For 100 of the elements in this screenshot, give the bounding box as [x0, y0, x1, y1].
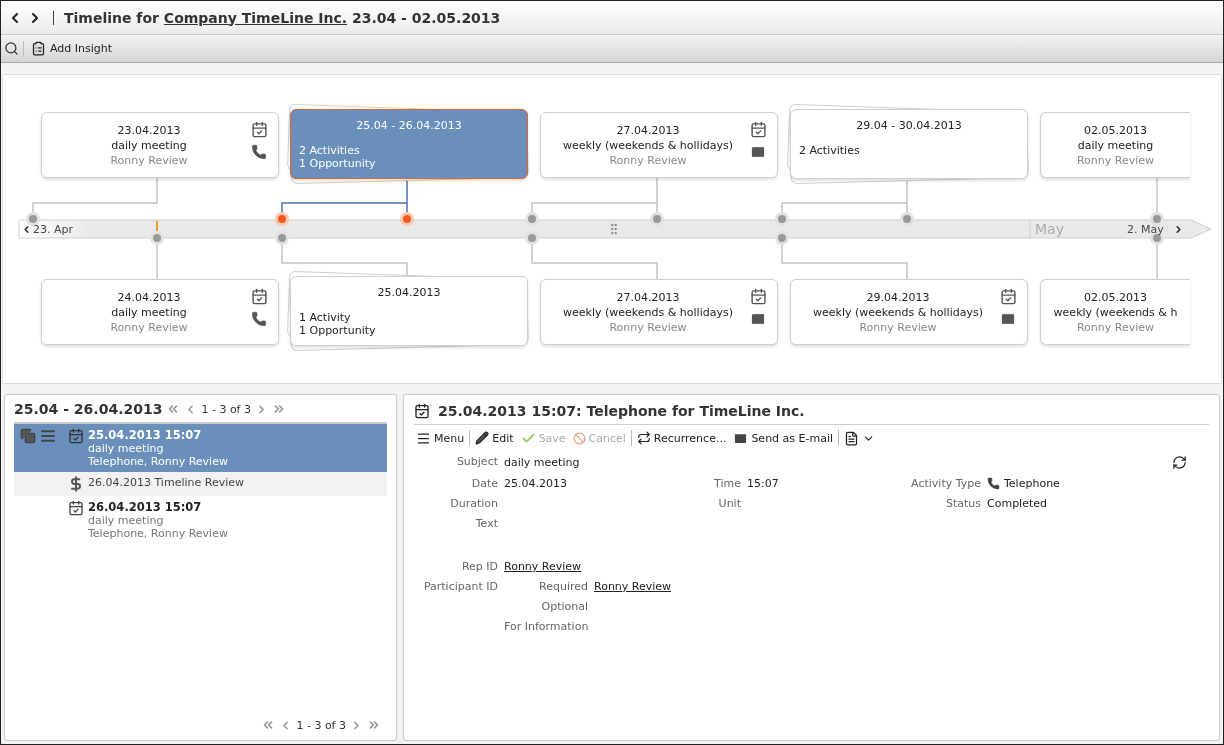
pager-text: 1 - 3 of 3 — [201, 402, 251, 416]
repeat-icon — [636, 431, 651, 445]
field-label: Activity Type — [910, 477, 981, 490]
card-person: Ronny Review — [1076, 320, 1155, 334]
add-insight-button[interactable]: Add Insight — [28, 41, 116, 56]
action-button[interactable]: Edit — [473, 431, 516, 445]
card-date: 02.05.2013 — [1084, 290, 1147, 304]
timeline-card[interactable]: 24.04.2013 daily meeting Ronny Review — [41, 279, 279, 345]
card-person: Ronny Review — [110, 320, 188, 334]
window-title: Timeline for Company TimeLine Inc. 23.04 - 02.05.2013 — [64, 9, 501, 26]
timeline-dot[interactable] — [26, 212, 40, 226]
copy-icon[interactable] — [20, 428, 36, 444]
participant-link[interactable]: Ronny Review — [594, 580, 672, 593]
timeline-group-card[interactable]: 25.04.2013 1 Activity 1 Opportunity — [290, 276, 528, 346]
timeline-card[interactable]: 02.05.2013 daily meeting Ronny Review — [1040, 112, 1190, 178]
axis-start-label[interactable]: 23. Apr — [33, 220, 74, 238]
timeline-card[interactable]: 23.04.2013 daily meeting Ronny Review — [41, 112, 279, 178]
timeline-card[interactable]: 27.04.2013 weekly (weekends & hollidays) Ronny Review — [540, 112, 778, 178]
field-label: Required — [538, 580, 588, 593]
card-subject: daily meeting — [1077, 138, 1154, 152]
phone-icon — [251, 311, 267, 327]
clipboard-icon — [31, 41, 46, 56]
cancel-icon — [572, 431, 586, 445]
action-button[interactable]: Menu — [414, 430, 467, 446]
timeline-dot[interactable] — [400, 212, 414, 226]
timeline-dot[interactable] — [900, 212, 914, 226]
card-subject: weekly (weekends & hollidays) — [563, 305, 733, 319]
list-icon[interactable] — [40, 428, 56, 444]
item-subject: daily meeting — [88, 514, 165, 527]
timeline-dot[interactable] — [775, 231, 789, 245]
card-count-text: 1 Activity — [299, 311, 352, 324]
calendar-check-icon — [250, 288, 268, 305]
field-label: Time — [713, 477, 741, 490]
pager-text: 1 - 3 of 3 — [296, 718, 346, 732]
card-date: 23.04.2013 — [117, 123, 181, 137]
timeline-group-card[interactable]: 29.04 - 30.04.2013 2 Activities — [790, 109, 1028, 179]
company-link[interactable]: Company TimeLine Inc. — [163, 9, 348, 26]
calendar-check-icon — [250, 121, 268, 138]
card-count-text: 1 Opportunity — [299, 324, 377, 337]
item-title: 25.04.2013 15:07 — [88, 428, 203, 442]
timeline-card[interactable]: 02.05.2013 weekly (weekends & h Ronny Review — [1040, 279, 1190, 345]
last-page-button[interactable] — [272, 402, 286, 416]
detail-title: 25.04.2013 15:07: Telephone for TimeLine Inc. — [438, 403, 805, 419]
calendar-check-icon — [749, 288, 767, 305]
phone-icon — [251, 144, 267, 160]
timeline-card[interactable]: 29.04.2013 weekly (weekends & hollidays) Ronny Review — [790, 279, 1028, 345]
card-date-range: 25.04.2013 — [377, 286, 441, 299]
timeline-dot[interactable] — [525, 212, 539, 226]
field-value: 15:07 — [747, 477, 779, 490]
axis-month-label: May — [1035, 220, 1064, 238]
timeline-dot[interactable] — [775, 212, 789, 226]
axis-end-label[interactable]: 2. May — [1127, 220, 1164, 238]
phone-icon — [987, 477, 1000, 490]
timeline-dot[interactable] — [275, 231, 289, 245]
field-value: daily meeting — [504, 456, 580, 469]
item-detail: Telephone, Ronny Review — [88, 455, 228, 468]
calendar-check-icon — [414, 403, 430, 419]
timeline-dot[interactable] — [525, 231, 539, 245]
card-subject: weekly (weekends & hollidays) — [563, 138, 733, 152]
action-button[interactable]: Send as E-mail — [731, 430, 836, 446]
calendar-check-icon — [68, 428, 84, 444]
card-count-text: 2 Activities — [299, 144, 361, 157]
card-subject: daily meeting — [111, 305, 187, 319]
timeline-card[interactable]: 27.04.2013 weekly (weekends & hollidays) Ronny Review — [540, 279, 778, 345]
dollar-icon — [68, 476, 84, 492]
search-button[interactable] — [4, 41, 19, 56]
card-subject: weekly (weekends & hollidays) — [813, 305, 983, 319]
card-person: Ronny Review — [609, 320, 687, 334]
timeline-dot[interactable] — [650, 212, 664, 226]
menu-icon — [416, 430, 431, 446]
rep-link[interactable]: Ronny Review — [504, 560, 582, 573]
card-date: 29.04.2013 — [866, 290, 930, 304]
timeline-dot[interactable] — [1150, 212, 1164, 226]
refresh-icon[interactable] — [1172, 455, 1187, 470]
field-label: Date — [470, 477, 498, 490]
action-button[interactable]: Recurrence... — [634, 431, 729, 445]
panel-title: 25.04 - 26.04.2013 — [14, 401, 163, 417]
field-label: Optional — [540, 600, 588, 613]
timeline-dot[interactable] — [150, 231, 164, 245]
list-item[interactable]: 26.04.2013 Timeline Review — [14, 472, 387, 496]
card-date: 02.05.2013 — [1084, 123, 1147, 137]
calendar-check-icon — [68, 500, 84, 516]
field-value: Completed — [987, 497, 1047, 510]
card-date: 27.04.2013 — [616, 290, 680, 304]
field-label: Text — [474, 517, 498, 530]
field-label: Participant ID — [422, 580, 498, 593]
chevron-right-icon[interactable] — [1173, 224, 1184, 235]
timeline-dot[interactable] — [275, 212, 289, 226]
card-person: Ronny Review — [609, 153, 687, 167]
card-date: 24.04.2013 — [117, 290, 181, 304]
last-page-button[interactable] — [367, 718, 381, 732]
calendar-check-icon — [749, 121, 767, 138]
field-label: For Information — [504, 620, 588, 633]
item-title: 26.04.2013 Timeline Review — [88, 476, 244, 491]
calendar-check-icon — [999, 288, 1017, 305]
card-date-range: 29.04 - 30.04.2013 — [856, 119, 962, 132]
document-icon — [844, 430, 860, 446]
field-label: Duration — [449, 497, 498, 510]
card-person: Ronny Review — [110, 153, 188, 167]
card-date-range: 25.04 - 26.04.2013 — [356, 119, 462, 132]
